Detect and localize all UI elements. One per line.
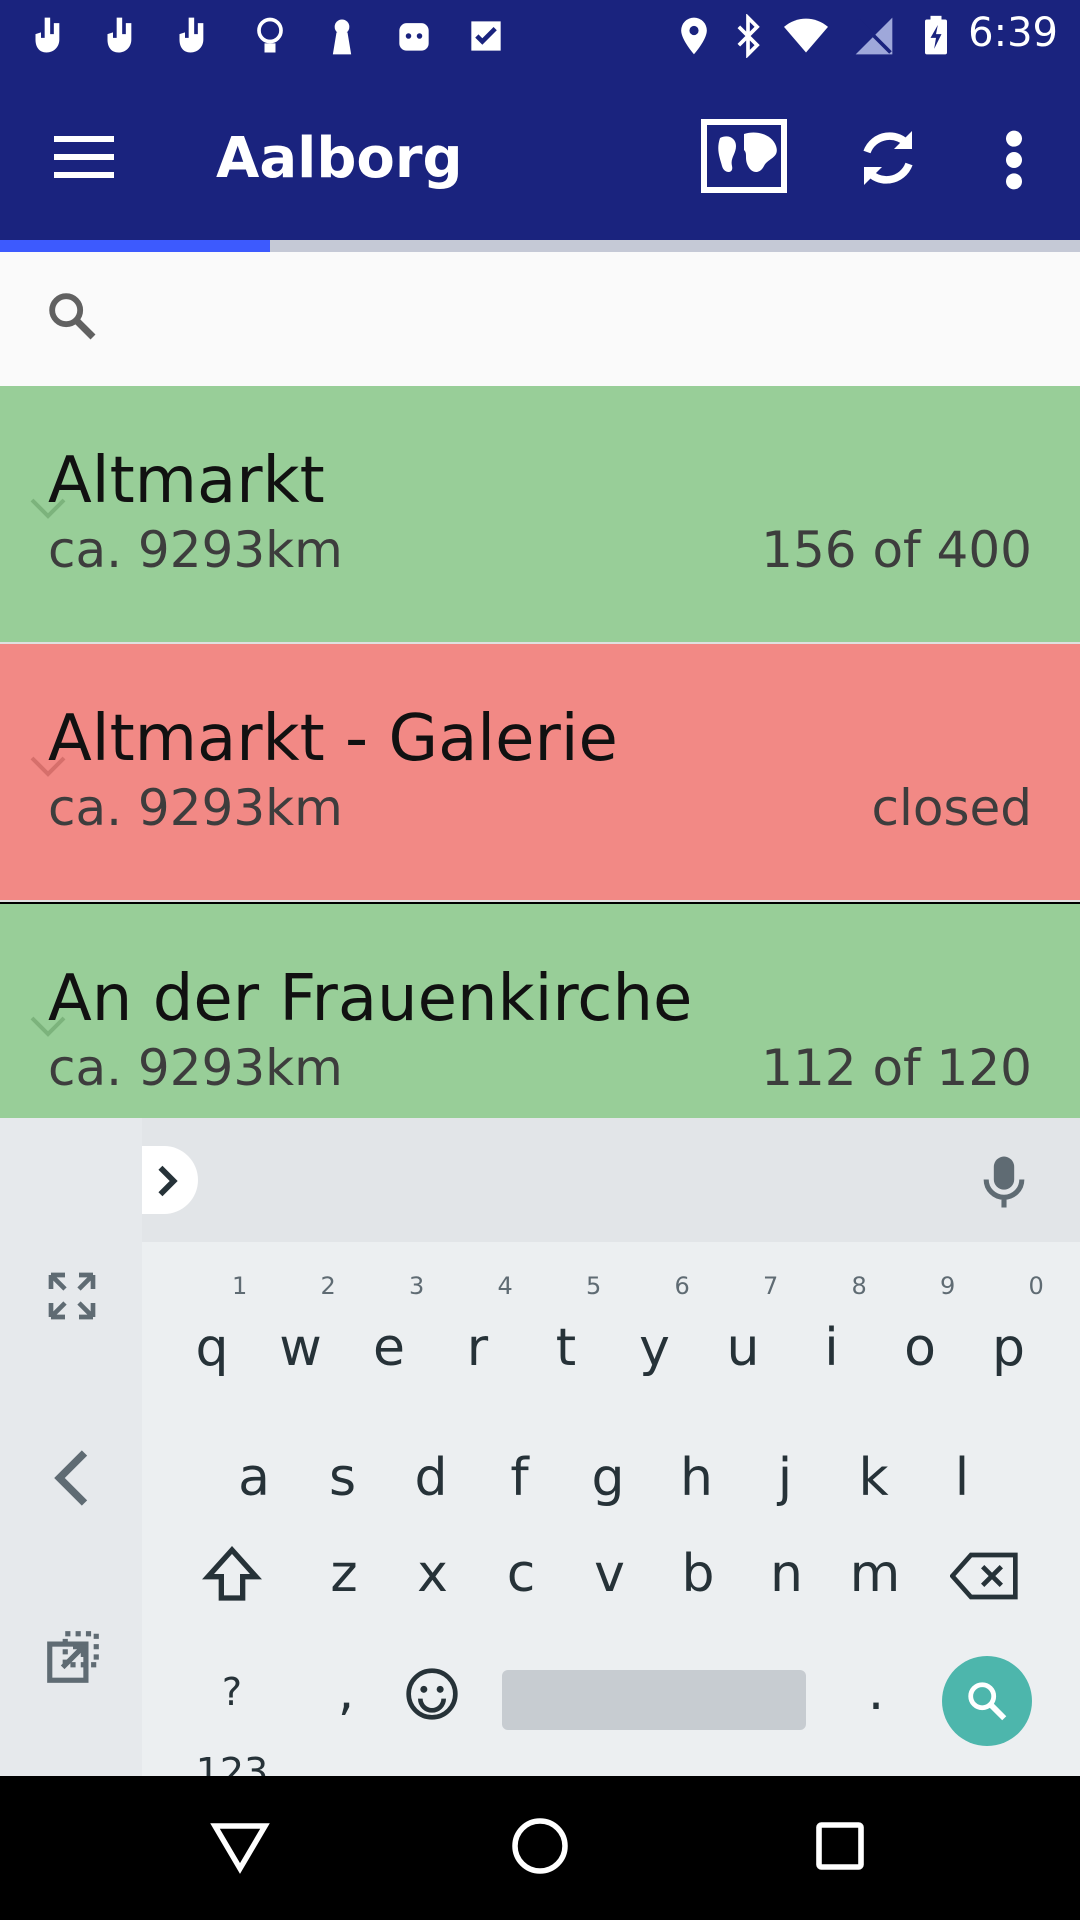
period-key[interactable]: . — [836, 1652, 916, 1732]
key-i[interactable]: i — [792, 1308, 872, 1388]
check-icon — [471, 21, 501, 51]
key-d[interactable]: d — [391, 1438, 471, 1518]
suggestion-strip — [142, 1118, 1080, 1242]
key-u[interactable]: u — [703, 1308, 783, 1388]
refresh-icon[interactable] — [852, 122, 924, 194]
app-toolbar: Aalborg — [0, 72, 1080, 240]
backspace-icon[interactable] — [950, 1548, 1020, 1604]
no-signal-icon — [855, 17, 893, 55]
key-z[interactable]: z — [304, 1534, 384, 1614]
bluetooth-icon — [737, 14, 760, 58]
list-item[interactable]: An der Frauenkirche ca. 9293km 112 of 12… — [0, 904, 1080, 1118]
map-icon[interactable] — [700, 118, 788, 194]
key-r[interactable]: r — [438, 1308, 518, 1388]
space-key[interactable] — [502, 1670, 806, 1730]
key-hint: 4 — [497, 1272, 513, 1300]
chevron-right-icon — [158, 1165, 178, 1197]
search-input[interactable] — [110, 282, 1034, 354]
menu-icon[interactable] — [54, 132, 114, 180]
emoji-icon[interactable] — [404, 1666, 460, 1722]
symbols-key[interactable]: ?123 — [186, 1652, 278, 1794]
more-vert-icon[interactable] — [1000, 128, 1028, 192]
venue-occupancy: 156 of 400 — [761, 521, 1032, 579]
chevron-left-icon[interactable] — [48, 1448, 96, 1508]
key-h[interactable]: h — [657, 1438, 737, 1518]
search-bar — [0, 252, 1080, 386]
recents-icon[interactable] — [812, 1818, 868, 1874]
key-b[interactable]: b — [658, 1534, 738, 1614]
key-t[interactable]: t — [526, 1308, 606, 1388]
microphone-icon[interactable] — [982, 1154, 1026, 1210]
shift-icon[interactable] — [200, 1542, 264, 1606]
soft-keyboard: q 1w 2e 3r 4t 5y 6u 7i 8o 9p 0 asdfghjkl zxcvbnm ?… — [0, 1118, 1080, 1794]
loading-progress-bar — [0, 240, 1080, 252]
key-e[interactable]: e — [349, 1308, 429, 1388]
home-icon[interactable] — [510, 1816, 570, 1876]
wifi-icon — [784, 18, 828, 53]
location-icon — [681, 17, 707, 55]
hand-icon — [35, 17, 60, 53]
venue-distance: ca. 9293km — [48, 779, 343, 837]
suggestion-expand-button[interactable] — [142, 1146, 198, 1214]
venue-distance: ca. 9293km — [48, 1039, 343, 1097]
key-g[interactable]: g — [568, 1438, 648, 1518]
venue-name: Altmarkt — [48, 444, 325, 518]
page-title: Aalborg — [216, 126, 463, 191]
search-icon — [49, 293, 96, 340]
back-icon[interactable] — [210, 1816, 270, 1876]
progress-fill — [0, 240, 270, 252]
venue-name: Altmarkt - Galerie — [48, 702, 618, 776]
key-hint: 7 — [763, 1272, 779, 1300]
battery-icon — [925, 15, 947, 55]
list-item[interactable]: Altmarkt - Galerie ca. 9293km closed — [0, 644, 1080, 902]
keyboard-side-panel — [0, 1118, 142, 1776]
key-hint: 3 — [409, 1272, 425, 1300]
comma-key[interactable]: , — [306, 1652, 386, 1732]
key-l[interactable]: l — [922, 1438, 1002, 1518]
venue-occupancy: closed — [871, 779, 1032, 837]
key-s[interactable]: s — [303, 1438, 383, 1518]
key-hint: 8 — [851, 1272, 867, 1300]
search-icon — [968, 1682, 1007, 1721]
venue-name: An der Frauenkirche — [48, 962, 693, 1036]
key-m[interactable]: m — [835, 1534, 915, 1614]
key-p[interactable]: p — [969, 1308, 1049, 1388]
keyhole-icon — [332, 19, 352, 55]
key-hint: 5 — [586, 1272, 602, 1300]
key-o[interactable]: o — [880, 1308, 960, 1388]
hand-icon — [179, 17, 204, 53]
key-q[interactable]: q — [172, 1308, 252, 1388]
android-icon — [399, 23, 429, 51]
key-x[interactable]: x — [393, 1534, 473, 1614]
key-c[interactable]: c — [481, 1534, 561, 1614]
clock: 6:39 — [968, 10, 1058, 56]
key-w[interactable]: w — [261, 1308, 341, 1388]
key-y[interactable]: y — [615, 1308, 695, 1388]
key-v[interactable]: v — [570, 1534, 650, 1614]
list-item[interactable]: Altmarkt ca. 9293km 156 of 400 — [0, 386, 1080, 644]
lightbulb-icon — [257, 17, 283, 53]
key-j[interactable]: j — [745, 1438, 825, 1518]
hand-icon — [107, 17, 132, 53]
key-a[interactable]: a — [214, 1438, 294, 1518]
key-hint: 9 — [940, 1272, 956, 1300]
key-hint: 2 — [320, 1272, 336, 1300]
key-hint: 6 — [674, 1272, 690, 1300]
system-nav-bar — [0, 1776, 1080, 1920]
key-hint: 0 — [1028, 1272, 1044, 1300]
venue-occupancy: 112 of 120 — [761, 1039, 1032, 1097]
key-n[interactable]: n — [747, 1534, 827, 1614]
venue-distance: ca. 9293km — [48, 521, 343, 579]
status-bar: 6:39 — [0, 0, 1080, 72]
key-f[interactable]: f — [480, 1438, 560, 1518]
floating-keyboard-icon[interactable] — [42, 1626, 104, 1688]
key-hint: 1 — [232, 1272, 248, 1300]
expand-icon[interactable] — [44, 1268, 100, 1324]
key-k[interactable]: k — [834, 1438, 914, 1518]
search-action-button[interactable] — [942, 1656, 1032, 1746]
